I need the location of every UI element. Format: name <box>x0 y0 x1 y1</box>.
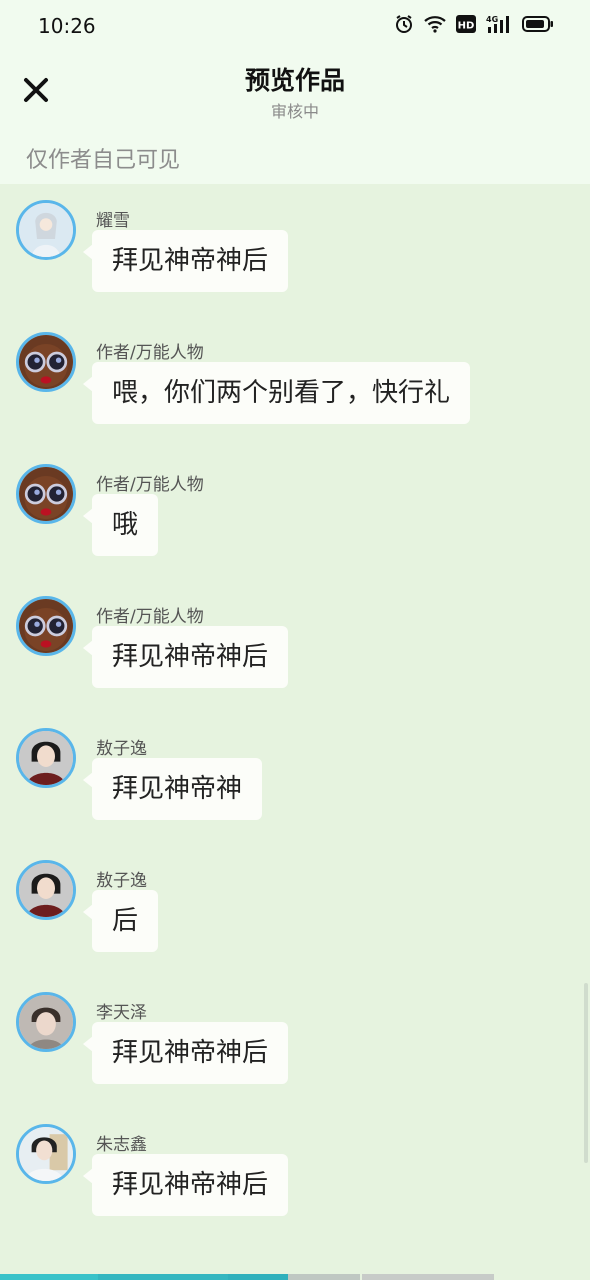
wifi-icon <box>424 15 446 33</box>
progress-segment <box>228 1274 288 1280</box>
svg-text:HD: HD <box>458 21 475 32</box>
sender-name: 敖子逸 <box>96 871 147 891</box>
girl-white-avatar[interactable] <box>16 200 76 260</box>
goggle-monster-avatar[interactable] <box>16 464 76 524</box>
message-bubble[interactable]: 拜见神帝神 <box>82 758 263 820</box>
hd-icon: HD <box>456 15 476 33</box>
chat-message: 作者/万能人物 喂，你们两个别看了，快行礼 <box>0 324 590 424</box>
scrollbar[interactable] <box>584 983 588 1163</box>
chat-message: 作者/万能人物 哦 <box>0 456 590 556</box>
sender-name: 作者/万能人物 <box>96 343 204 363</box>
sender-name: 敖子逸 <box>96 739 147 759</box>
boy-light-robe-avatar[interactable] <box>16 1124 76 1184</box>
status-time: 10:26 <box>38 14 96 38</box>
page-title: 预览作品 <box>244 66 345 95</box>
alarm-icon <box>394 14 414 34</box>
message-bubble[interactable]: 喂，你们两个别看了，快行礼 <box>82 362 471 424</box>
goggle-monster-avatar[interactable] <box>16 596 76 656</box>
visibility-note: 仅作者自己可见 <box>26 148 181 173</box>
message-bubble[interactable]: 后 <box>82 890 159 952</box>
sender-name: 作者/万能人物 <box>96 607 204 627</box>
boy-portrait-avatar[interactable] <box>16 992 76 1052</box>
chat-message: 朱志鑫 拜见神帝神后 <box>0 1116 590 1216</box>
message-bubble[interactable]: 拜见神帝神后 <box>82 230 289 292</box>
sender-name: 耀雪 <box>96 211 130 231</box>
chat-message: 李天泽 拜见神帝神后 <box>0 984 590 1084</box>
preview-header: 预览作品 审核中 仅作者自己可见 <box>0 52 590 184</box>
battery-icon <box>522 15 554 33</box>
progress-segment <box>288 1274 360 1280</box>
message-bubble[interactable]: 拜见神帝神后 <box>82 626 289 688</box>
sender-name: 作者/万能人物 <box>96 475 204 495</box>
message-bubble[interactable]: 哦 <box>82 494 159 556</box>
progress-segment <box>98 1274 228 1280</box>
chat-list[interactable]: 耀雪 拜见神帝神后 作者/万能人物 喂，你们两个别看了，快行礼 作者/万能人物 … <box>0 184 590 1274</box>
chat-message: 耀雪 拜见神帝神后 <box>0 192 590 292</box>
review-status: 审核中 <box>270 102 319 121</box>
boy-red-robe-avatar[interactable] <box>16 860 76 920</box>
progress-segment <box>0 1274 98 1280</box>
boy-red-robe-avatar[interactable] <box>16 728 76 788</box>
sender-name: 李天泽 <box>96 1003 147 1023</box>
bottom-progress-bar <box>0 1274 590 1280</box>
signal-4g-icon: 4G <box>486 15 512 33</box>
progress-segment <box>362 1274 494 1280</box>
goggle-monster-avatar[interactable] <box>16 332 76 392</box>
chat-message: 敖子逸 拜见神帝神 <box>0 720 590 820</box>
chat-message: 作者/万能人物 拜见神帝神后 <box>0 588 590 688</box>
chat-message: 敖子逸 后 <box>0 852 590 952</box>
message-bubble[interactable]: 拜见神帝神后 <box>82 1022 289 1084</box>
sender-name: 朱志鑫 <box>96 1135 147 1155</box>
status-icons: HD 4G <box>394 14 554 34</box>
message-bubble[interactable]: 拜见神帝神后 <box>82 1154 289 1216</box>
status-bar: 10:26 HD 4G <box>0 0 590 52</box>
svg-text:4G: 4G <box>486 15 498 24</box>
